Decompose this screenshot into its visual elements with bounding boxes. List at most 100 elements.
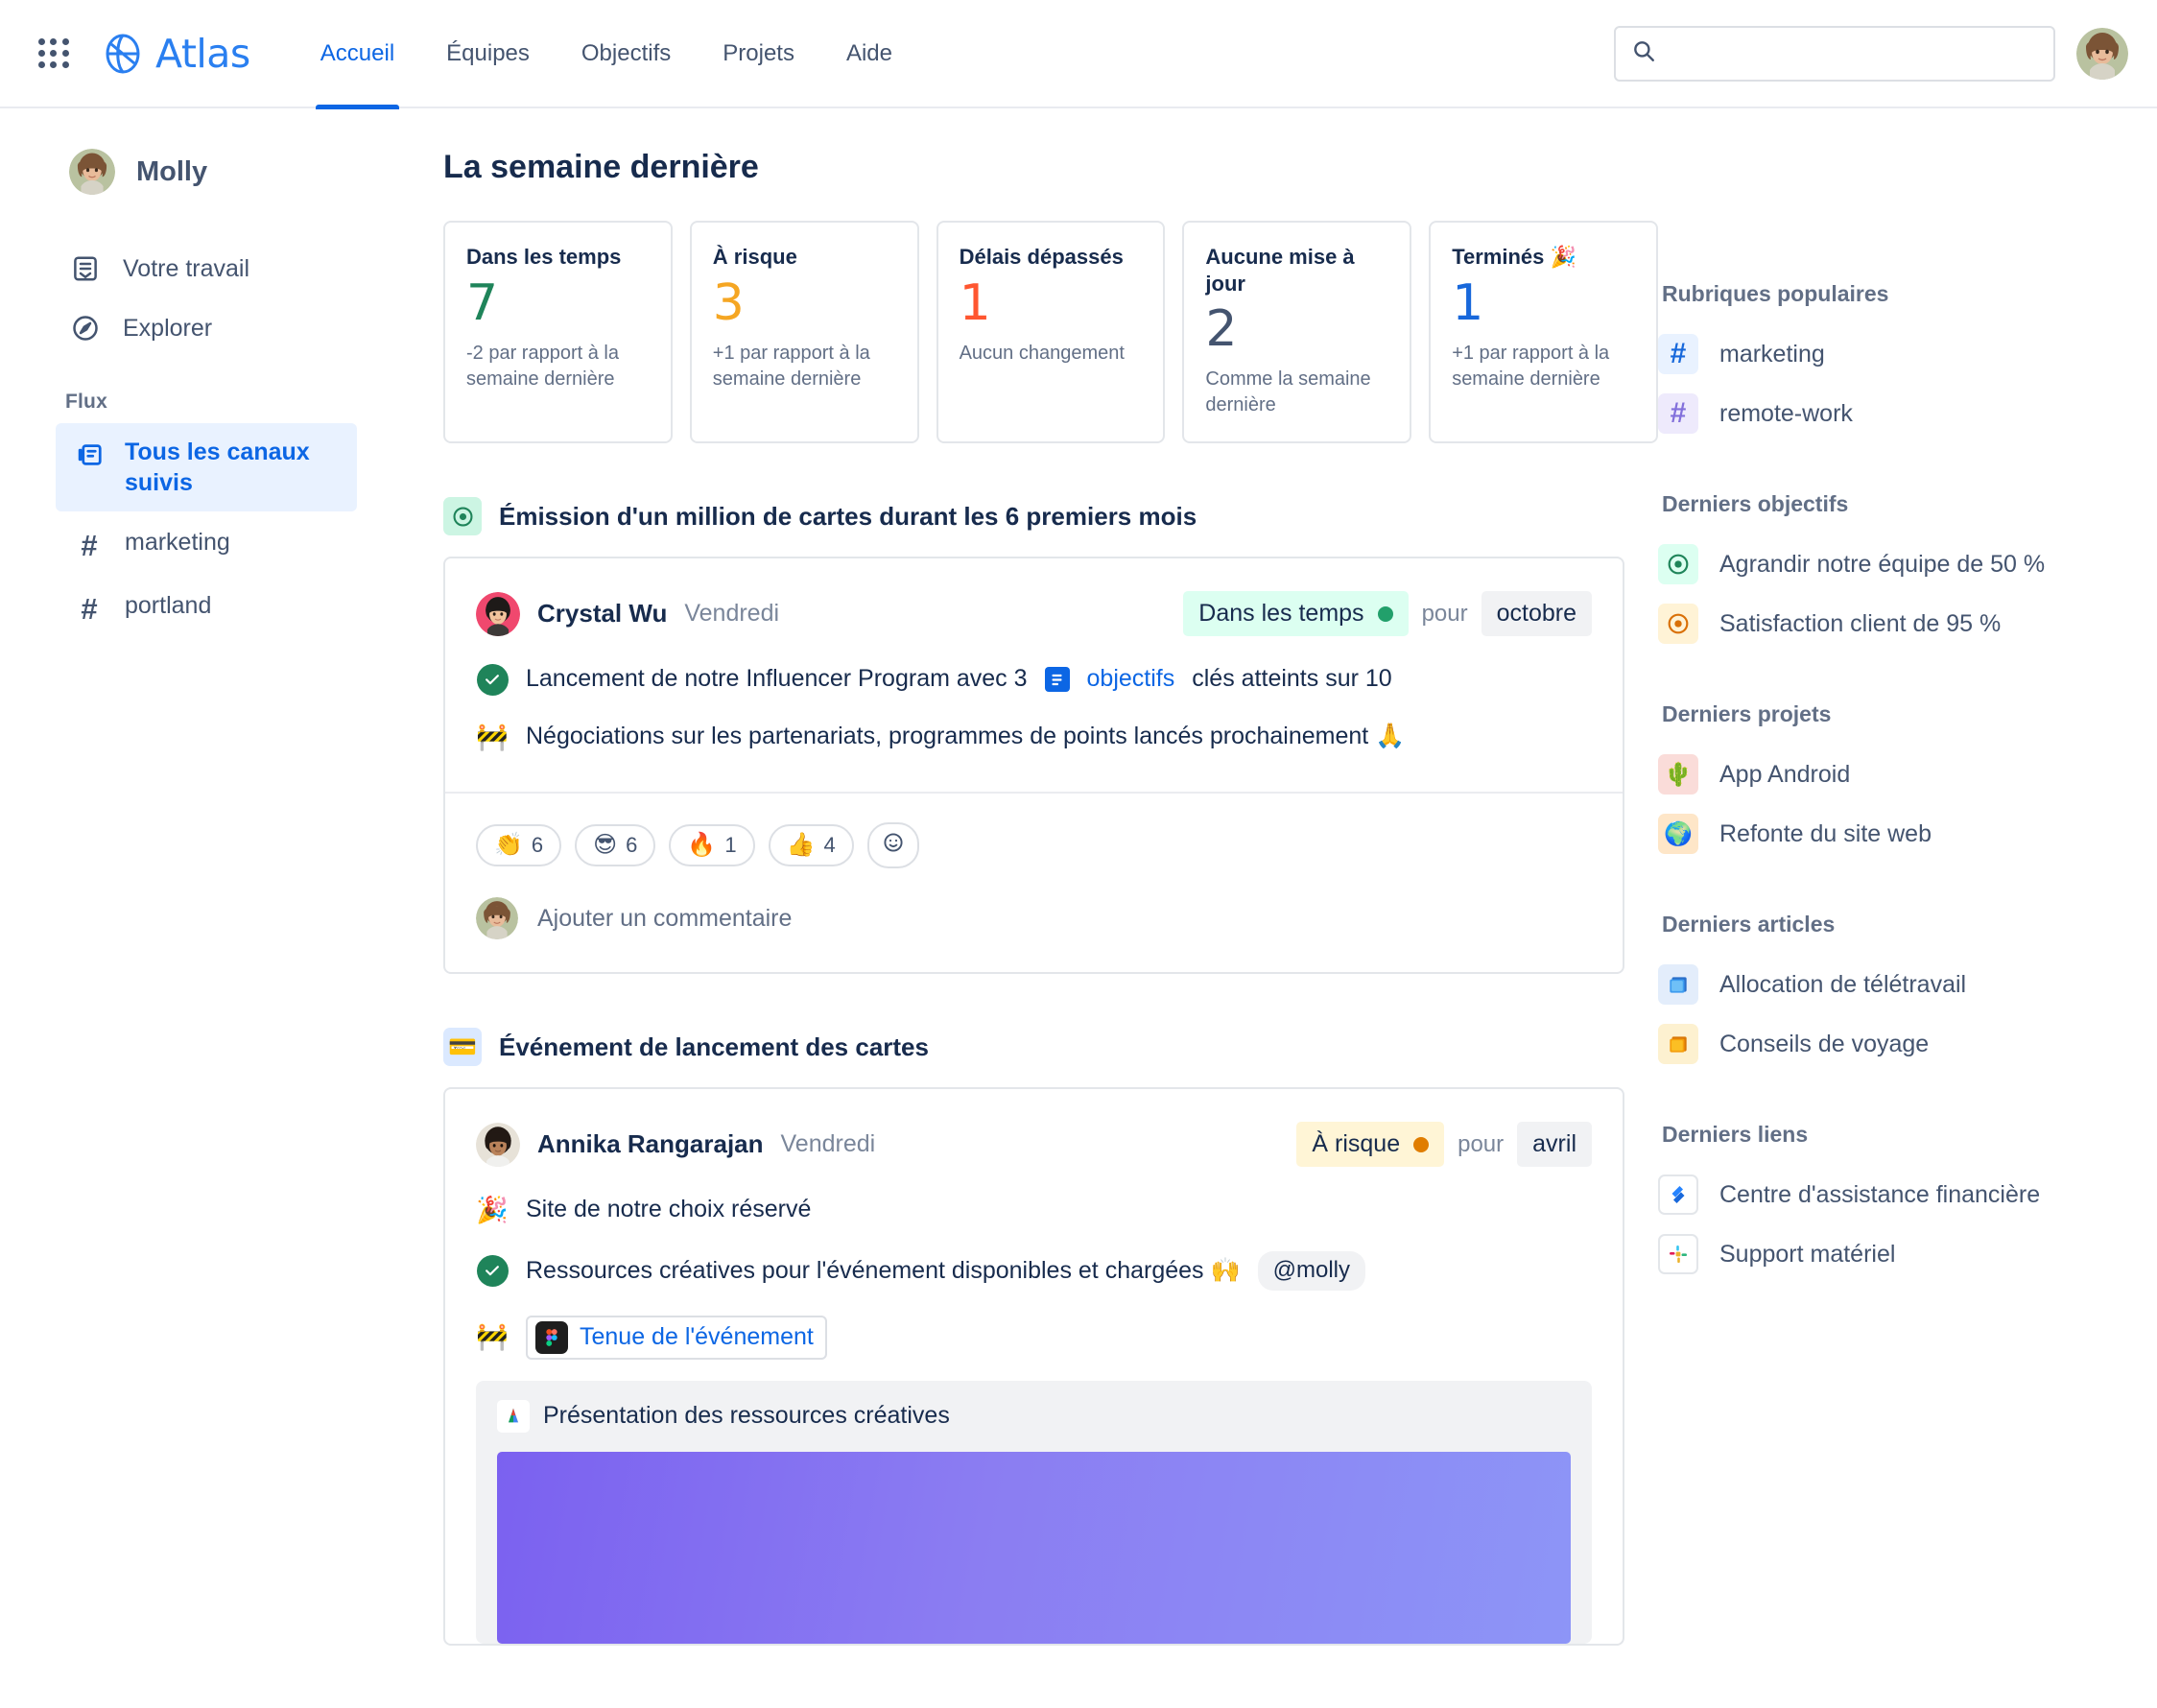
avatar[interactable] <box>476 1122 520 1167</box>
objectifs-link[interactable]: objectifs <box>1087 663 1175 696</box>
stat-card-termines[interactable]: Terminés 🎉 1 +1 par rapport à la semaine… <box>1429 221 1658 444</box>
stat-card-a-risque[interactable]: À risque 3 +1 par rapport à la semaine d… <box>689 221 919 444</box>
reaction-sunglasses[interactable]: 😎 6 <box>575 824 656 867</box>
stat-label: À risque <box>712 245 797 269</box>
status-badge[interactable]: À risque <box>1296 1122 1445 1168</box>
cactus-icon: 🌵 <box>1658 754 1698 795</box>
atlas-brand-logo[interactable]: Atlas <box>102 31 250 77</box>
sidebar-profile[interactable]: Molly <box>0 149 413 195</box>
sidebar-item-label: marketing <box>125 529 230 556</box>
brand-name: Atlas <box>155 30 250 77</box>
stat-card-dans-les-temps[interactable]: Dans les temps 7 -2 par rapport à la sem… <box>443 221 673 444</box>
embed-preview-thumbnail[interactable] <box>497 1451 1571 1644</box>
stat-label: Dans les temps <box>466 245 622 269</box>
slack-icon <box>1658 1234 1698 1274</box>
search-input[interactable] <box>1668 40 2038 66</box>
reaction-fire[interactable]: 🔥 1 <box>669 824 755 867</box>
nav-item-equipes[interactable]: Équipes <box>420 0 556 107</box>
sidebar-item-portland[interactable]: # portland <box>56 577 357 638</box>
user-avatar[interactable] <box>2076 27 2128 80</box>
construction-barrier-icon: 🚧 <box>476 1322 509 1352</box>
rail-item-app-android[interactable]: 🌵 App Android <box>1658 745 2157 804</box>
feed-heading-text: Émission d'un million de cartes durant l… <box>499 501 1197 531</box>
rail-item-centre-assistance-financiere[interactable]: Centre d'assistance financière <box>1658 1165 2157 1224</box>
rail-item-remote-work[interactable]: # remote-work <box>1658 384 2157 443</box>
stat-value: 1 <box>1452 273 1484 332</box>
avatar <box>476 897 518 940</box>
rail-item-marketing[interactable]: # marketing <box>1658 324 2157 384</box>
stat-value: 2 <box>1205 300 1238 358</box>
sidebar-item-tous-les-canaux-suivis[interactable]: Tous les canaux suivis <box>56 423 357 511</box>
period-chip[interactable]: octobre <box>1481 591 1592 637</box>
status-badge[interactable]: Dans les temps <box>1183 591 1409 637</box>
nav-item-aide[interactable]: Aide <box>820 0 918 107</box>
rail-item-satisfaction-client[interactable]: Satisfaction client de 95 % <box>1658 594 2157 653</box>
post-line-1-after: clés atteints sur 10 <box>1192 665 1392 693</box>
feed-heading-goal[interactable]: Émission d'un million de cartes durant l… <box>443 497 1658 536</box>
rail-item-support-materiel[interactable]: Support matériel <box>1658 1224 2157 1284</box>
add-reaction-button[interactable] <box>866 822 919 869</box>
rail-item-agrandir-equipe[interactable]: Agrandir notre équipe de 50 % <box>1658 534 2157 594</box>
post-line-1: 🎉 Site de notre choix réservé <box>476 1194 1592 1226</box>
check-circle-icon <box>476 1254 509 1287</box>
reaction-count: 4 <box>823 833 836 858</box>
post-author[interactable]: Annika Rangarajan <box>537 1129 764 1159</box>
nav-item-projets[interactable]: Projets <box>697 0 820 107</box>
sidebar-item-explorer[interactable]: Explorer <box>0 298 413 358</box>
status-badge-label: À risque <box>1312 1130 1401 1158</box>
earth-globe-icon: 🌍 <box>1658 814 1698 854</box>
period-chip[interactable]: avril <box>1517 1122 1592 1168</box>
rail-group-derniers-liens: Derniers liens Centre d'assistance finan… <box>1658 1122 2157 1284</box>
sunglasses-emoji-icon: 😎 <box>593 832 618 859</box>
add-comment-input[interactable]: Ajouter un commentaire <box>537 905 792 933</box>
post-line-1-text: Site de notre choix réservé <box>526 1196 812 1223</box>
reaction-clap[interactable]: 👏 6 <box>476 824 562 867</box>
update-card-body: Crystal Wu Vendredi Dans les temps pour … <box>445 558 1623 792</box>
search-box[interactable] <box>1614 25 2055 82</box>
stat-sub: +1 par rapport à la semaine dernière <box>712 342 870 390</box>
rail-group-title: Derniers articles <box>1662 912 1836 937</box>
update-card-goal: Crystal Wu Vendredi Dans les temps pour … <box>443 557 1624 975</box>
post-author[interactable]: Crystal Wu <box>537 599 667 629</box>
reaction-thumbsup[interactable]: 👍 4 <box>768 824 854 867</box>
hash-icon: # <box>1658 334 1698 374</box>
add-reaction-icon <box>882 831 905 860</box>
rail-item-conseils-de-voyage[interactable]: Conseils de voyage <box>1658 1014 2157 1074</box>
rail-item-label: remote-work <box>1719 399 1853 427</box>
feed-heading-project[interactable]: 💳 Événement de lancement des cartes <box>443 1028 1658 1067</box>
jira-icon <box>1658 1174 1698 1215</box>
add-comment-row[interactable]: Ajouter un commentaire <box>445 868 1623 972</box>
rail-item-label: Support matériel <box>1719 1240 1896 1268</box>
party-popper-icon: 🎉 <box>476 1195 509 1224</box>
stat-sub: -2 par rapport à la semaine dernière <box>466 342 619 390</box>
google-drive-icon <box>497 1399 530 1433</box>
status-dot-icon <box>1377 605 1393 622</box>
figma-icon <box>535 1320 568 1354</box>
sidebar-item-label: Votre travail <box>123 254 250 282</box>
goals-doc-icon <box>1044 667 1070 693</box>
stat-card-delais-depasses[interactable]: Délais dépassés 1 Aucun changement <box>936 221 1166 444</box>
feed-heading-text: Événement de lancement des cartes <box>499 1032 929 1061</box>
status-badge-label: Dans les temps <box>1198 600 1364 628</box>
rail-group-title: Derniers objectifs <box>1662 491 1849 516</box>
mention-chip[interactable]: @molly <box>1257 1251 1365 1291</box>
hash-icon: # <box>1658 393 1698 434</box>
stat-card-aucune-mise-a-jour[interactable]: Aucune mise à jour 2 Comme la semaine de… <box>1182 221 1412 444</box>
credit-card-icon: 💳 <box>443 1028 482 1067</box>
post-line-1: Lancement de notre Influencer Program av… <box>476 663 1592 696</box>
page-body: Molly Votre travail Explorer Flux Tous l… <box>0 108 2157 1706</box>
app-switcher-waffle-icon[interactable] <box>33 33 75 75</box>
post-line-1-before: Lancement de notre Influencer Program av… <box>526 665 1028 693</box>
rail-item-refonte-site-web[interactable]: 🌍 Refonte du site web <box>1658 804 2157 864</box>
google-drive-embed[interactable]: Présentation des ressources créatives <box>476 1380 1592 1644</box>
rail-group-title: Derniers liens <box>1662 1122 1809 1147</box>
sidebar-item-marketing[interactable]: # marketing <box>56 513 357 575</box>
rail-item-allocation-teletravail[interactable]: Allocation de télétravail <box>1658 955 2157 1014</box>
stat-value: 1 <box>959 273 991 332</box>
nav-item-accueil[interactable]: Accueil <box>295 0 420 109</box>
figma-link-chip[interactable]: Tenue de l'événement <box>526 1315 827 1360</box>
avatar[interactable] <box>476 591 520 636</box>
top-navigation-bar: Atlas Accueil Équipes Objectifs Projets … <box>0 0 2157 109</box>
nav-item-objectifs[interactable]: Objectifs <box>556 0 697 107</box>
sidebar-item-votre-travail[interactable]: Votre travail <box>0 239 413 298</box>
